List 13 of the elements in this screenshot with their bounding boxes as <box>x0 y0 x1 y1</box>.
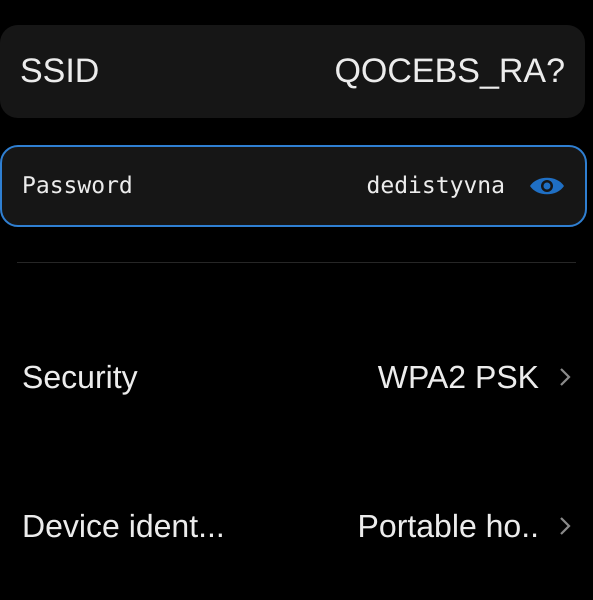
setting-value: WPA2 PSK <box>378 358 539 397</box>
ssid-value: QOCEBS_RA? <box>334 50 565 92</box>
settings-row[interactable]: Device ident... Portable ho.. <box>0 451 593 600</box>
settings-row[interactable]: Security WPA2 PSK <box>0 302 593 452</box>
password-value: dedistyvna <box>366 172 505 201</box>
ssid-label: SSID <box>20 50 100 92</box>
chevron-icon <box>559 366 571 387</box>
password-field[interactable]: Password dedistyvna <box>0 144 587 227</box>
setting-label: Device ident... <box>22 506 226 546</box>
chevron-icon <box>559 516 571 536</box>
setting-value: Portable ho.. <box>358 506 539 546</box>
password-label: Password <box>22 172 134 201</box>
setting-label: Security <box>22 358 139 397</box>
